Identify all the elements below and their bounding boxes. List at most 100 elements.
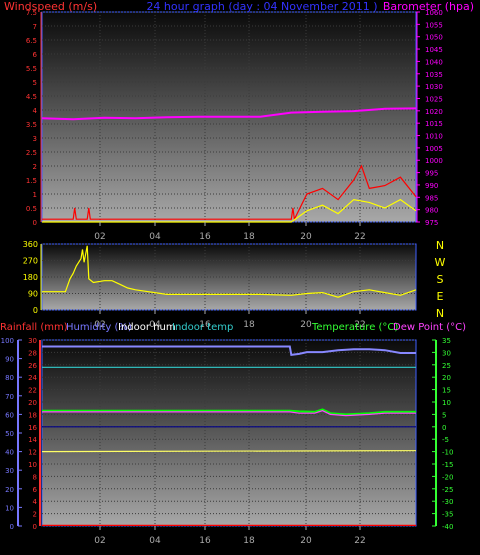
x-tick-label: 18 — [243, 320, 255, 330]
x-tick-label: 18 — [243, 536, 255, 546]
humidity-y-tick: 10 — [5, 504, 14, 512]
x-tick-label: 02 — [94, 232, 105, 242]
humidity-y-tick: 20 — [5, 486, 14, 494]
rain-y-tick: 16 — [28, 424, 37, 432]
baro-y-tick: 1055 — [425, 21, 443, 29]
rain-y-tick: 30 — [28, 337, 37, 345]
baro-y-tick: 1045 — [425, 46, 443, 54]
rain-y-tick: 20 — [28, 399, 37, 407]
wind-axis-title: Windspeed (m/s) — [4, 0, 97, 13]
x-tick-label: 20 — [300, 320, 312, 330]
rain-y-tick: 2 — [33, 511, 37, 519]
temp-y-tick: 30 — [442, 349, 451, 357]
wind-y-tick: 1 — [33, 191, 37, 199]
temp-y-tick: -30 — [442, 498, 453, 506]
rain-y-tick: 6 — [33, 486, 38, 494]
baro-y-tick: 1030 — [425, 83, 443, 91]
x-tick-label: 02 — [94, 536, 105, 546]
wind-y-tick: 7 — [33, 23, 37, 31]
humidity-y-tick: 40 — [5, 449, 14, 457]
baro-y-tick: 1010 — [425, 133, 443, 141]
rain-y-tick: 18 — [28, 411, 37, 419]
baro-y-tick: 1020 — [425, 108, 443, 116]
wind-y-tick: 6.5 — [26, 37, 37, 45]
rain-y-tick: 0 — [33, 523, 37, 531]
humidity-y-tick: 30 — [5, 467, 14, 475]
wind-y-tick: 2 — [33, 163, 37, 171]
baro-y-tick: 1000 — [425, 157, 443, 165]
wind-y-tick: 3.5 — [26, 121, 37, 129]
direction-y-tick: 270 — [23, 257, 38, 266]
baro-y-tick: 1025 — [425, 95, 443, 103]
rain-y-tick: 4 — [33, 498, 38, 506]
legend-item: Temperature (°C) — [311, 322, 398, 333]
rain-y-tick: 22 — [28, 387, 37, 395]
wind-y-tick: 6 — [33, 51, 38, 59]
compass-label: W — [435, 256, 446, 269]
compass-label: N — [436, 307, 444, 320]
x-tick-label: 16 — [199, 232, 211, 242]
direction-y-tick: 0 — [33, 306, 38, 315]
humidity-y-tick: 60 — [5, 411, 14, 419]
x-tick-label: 20 — [300, 232, 312, 242]
wind-y-tick: 1.5 — [26, 177, 37, 185]
baro-y-tick: 990 — [425, 182, 438, 190]
baro-y-tick: 980 — [425, 207, 438, 215]
baro-y-tick: 1005 — [425, 145, 443, 153]
rain-y-tick: 26 — [28, 362, 37, 370]
legend-item: Indoor temp — [172, 322, 233, 333]
x-tick-label: 22 — [354, 536, 365, 546]
direction-y-tick: 180 — [23, 273, 38, 282]
baro-y-tick: 975 — [425, 219, 438, 227]
humidity-y-tick: 70 — [5, 393, 14, 401]
compass-label: N — [436, 239, 444, 252]
direction-y-tick: 90 — [28, 290, 38, 299]
rain-y-tick: 24 — [28, 374, 37, 382]
baro-y-tick: 1035 — [425, 71, 443, 79]
x-tick-label: 18 — [243, 232, 255, 242]
temp-y-tick: -10 — [442, 449, 453, 457]
temp-y-tick: 25 — [442, 362, 451, 370]
temp-y-tick: -20 — [442, 473, 453, 481]
baro-y-tick: 1015 — [425, 120, 443, 128]
baro-y-tick: 1050 — [425, 34, 443, 42]
wind-y-tick: 3 — [33, 135, 37, 143]
rain-y-tick: 14 — [28, 436, 37, 444]
weather-graphs: 00.511.522.533.544.555.566.577.597598098… — [0, 0, 474, 546]
rain-y-tick: 10 — [28, 461, 37, 469]
x-tick-label: 04 — [149, 536, 161, 546]
direction-y-tick: 360 — [23, 240, 38, 249]
legend-item: Indoor hum — [118, 322, 176, 333]
wind-y-tick: 4 — [33, 107, 38, 115]
chart-title: 24 hour graph (day : 04 November 2011 ) — [146, 0, 377, 13]
temp-y-tick: 5 — [442, 411, 446, 419]
x-tick-label: 16 — [199, 536, 211, 546]
temp-y-tick: -5 — [442, 436, 449, 444]
baro-y-tick: 985 — [425, 194, 438, 202]
x-tick-label: 20 — [300, 536, 312, 546]
compass-label: E — [437, 290, 444, 303]
temp-y-tick: 0 — [442, 424, 446, 432]
baro-axis-title: Barometer (hpa) — [383, 0, 474, 13]
temp-y-tick: -25 — [442, 486, 453, 494]
wind-y-tick: 4.5 — [26, 93, 37, 101]
temp-y-tick: 10 — [442, 399, 451, 407]
humidity-y-tick: 0 — [10, 523, 14, 531]
humidity-y-tick: 100 — [1, 337, 14, 345]
temp-y-tick: -35 — [442, 511, 453, 519]
compass-label: S — [437, 273, 444, 286]
temp-y-tick: 35 — [442, 337, 451, 345]
rain-y-tick: 12 — [28, 449, 37, 457]
wind-y-tick: 0.5 — [26, 205, 37, 213]
humidity-y-tick: 80 — [5, 374, 14, 382]
legend-item: Rainfall (mm) — [0, 322, 68, 333]
temp-y-tick: -40 — [442, 523, 453, 531]
humidity-y-tick: 90 — [5, 356, 14, 364]
rain-y-tick: 8 — [33, 473, 37, 481]
rain-y-tick: 28 — [28, 349, 37, 357]
wind-y-tick: 2.5 — [26, 149, 37, 157]
temp-y-tick: -15 — [442, 461, 453, 469]
humidity-y-tick: 50 — [5, 430, 14, 438]
x-tick-label: 22 — [354, 232, 365, 242]
wind-y-tick: 0 — [33, 219, 37, 227]
